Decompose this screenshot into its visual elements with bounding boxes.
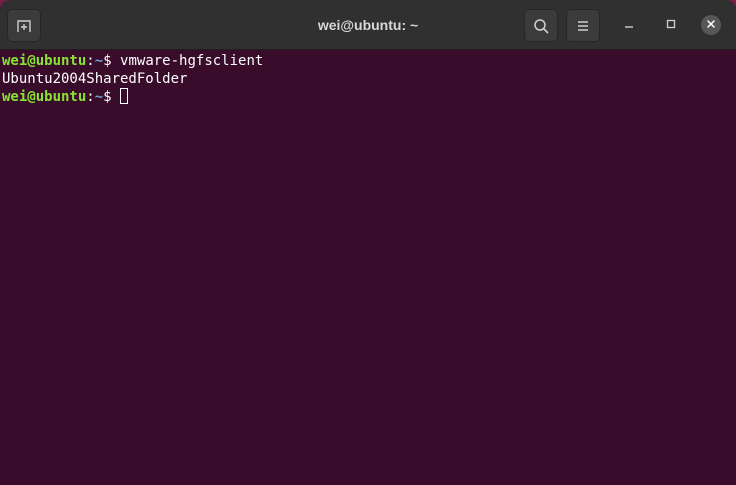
hamburger-menu-icon <box>576 19 590 33</box>
maximize-icon <box>666 16 676 34</box>
close-button[interactable] <box>701 15 721 35</box>
menu-button[interactable] <box>566 9 600 42</box>
search-icon <box>533 18 549 34</box>
prompt-symbol: $ <box>103 53 121 69</box>
header-bar: wei@ubuntu: ~ <box>0 0 736 50</box>
prompt-path: ~ <box>94 89 104 105</box>
new-tab-icon <box>16 18 32 34</box>
terminal-line: Ubuntu2004SharedFolder <box>2 70 736 88</box>
terminal-output[interactable]: wei@ubuntu:~$ vmware-hgfsclient Ubuntu20… <box>0 50 736 485</box>
minimize-button[interactable] <box>619 15 639 35</box>
prompt-colon: : <box>86 53 95 69</box>
close-icon <box>706 16 716 34</box>
prompt-user: wei@ubuntu <box>2 53 87 69</box>
prompt-colon: : <box>86 89 95 105</box>
command-text: vmware-hgfsclient <box>120 53 264 69</box>
output-text: Ubuntu2004SharedFolder <box>2 71 188 87</box>
prompt-path: ~ <box>94 53 104 69</box>
prompt-user: wei@ubuntu <box>2 89 87 105</box>
terminal-line: wei@ubuntu:~$ <box>2 88 736 106</box>
text-cursor <box>120 88 129 104</box>
minimize-icon <box>624 16 634 34</box>
new-tab-button[interactable] <box>7 9 41 42</box>
prompt-symbol: $ <box>103 89 121 105</box>
maximize-button[interactable] <box>661 15 681 35</box>
terminal-line: wei@ubuntu:~$ vmware-hgfsclient <box>2 52 736 70</box>
terminal-window: wei@ubuntu: ~ wei@ubuntu:~$ vmware-hgfsc… <box>0 0 736 485</box>
search-button[interactable] <box>524 9 558 42</box>
